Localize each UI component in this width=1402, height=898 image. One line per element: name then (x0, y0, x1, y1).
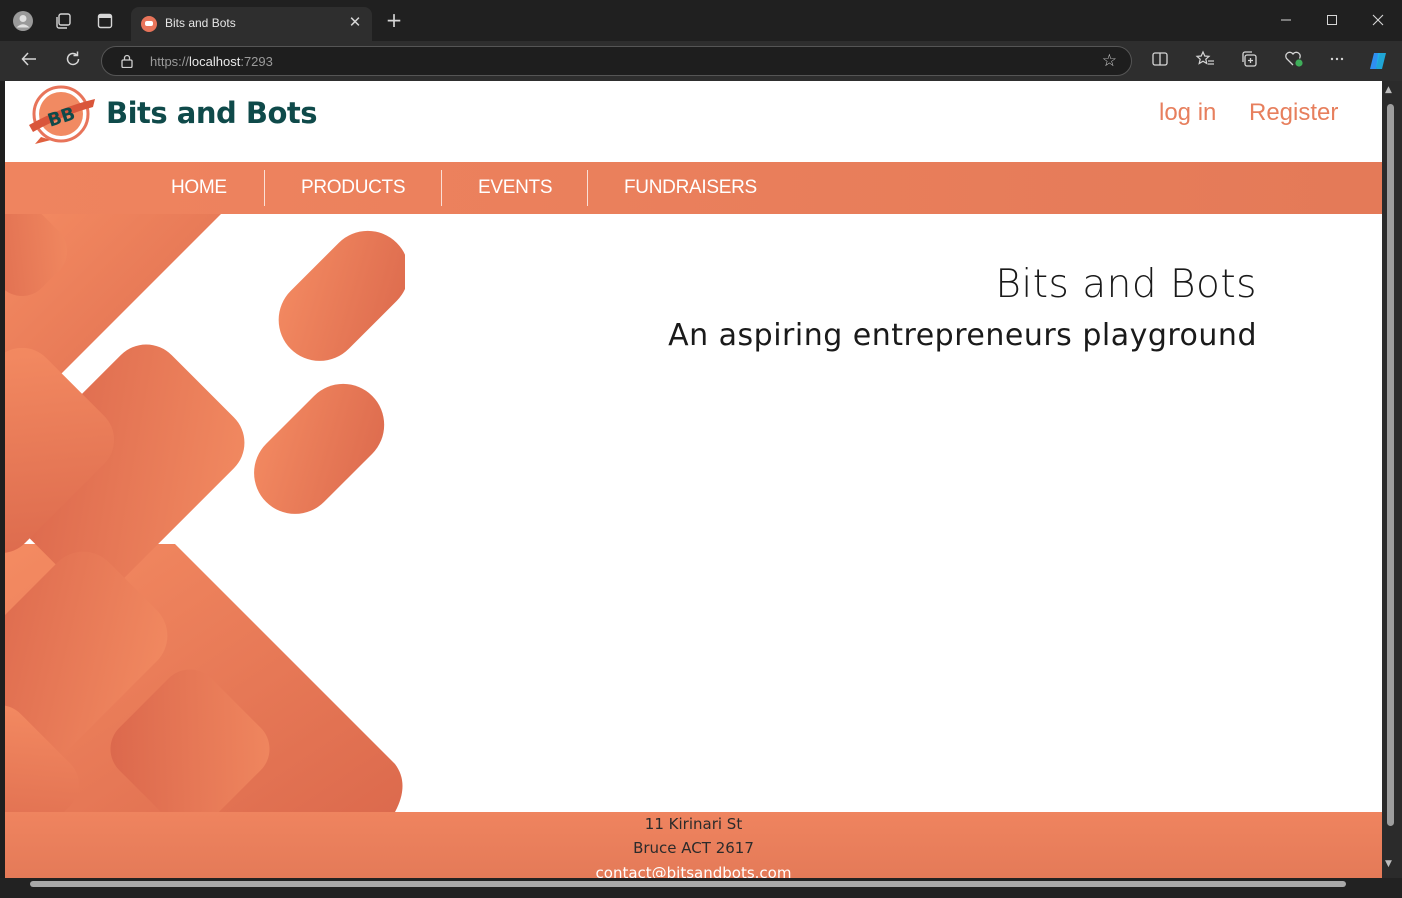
browser-essentials-icon[interactable] (1282, 50, 1306, 72)
split-screen-icon[interactable] (1148, 50, 1172, 72)
hscroll-thumb[interactable] (30, 881, 1346, 887)
nav-divider (264, 170, 265, 206)
register-link[interactable]: Register (1249, 99, 1338, 127)
maximize-icon[interactable] (1321, 10, 1343, 32)
brand-name[interactable]: Bits and Bots (106, 96, 318, 130)
copilot-icon[interactable] (1366, 50, 1390, 72)
minimize-icon[interactable] (1275, 10, 1297, 32)
nav-item-events[interactable]: EVENTS (478, 162, 553, 214)
url-text: https://localhost:7293 (150, 54, 273, 69)
workspaces-icon[interactable] (52, 10, 74, 32)
site-footer: 11 Kirinari St Bruce ACT 2617 contact@bi… (5, 812, 1382, 878)
scroll-down-icon[interactable]: ▼ (1385, 859, 1392, 869)
site-favicon-icon (141, 16, 157, 32)
nav-divider (587, 170, 588, 206)
profile-icon[interactable] (12, 10, 34, 32)
footer-street: 11 Kirinari St (644, 815, 743, 833)
back-icon[interactable] (17, 50, 41, 72)
browser-titlebar: Bits and Bots ✕ + (0, 0, 1402, 41)
main-nav: HOME PRODUCTS EVENTS FUNDRAISERS (5, 162, 1382, 214)
hero-decorative-shapes (5, 214, 405, 812)
nav-divider (441, 170, 442, 206)
site-header: BB Bits and Bots log in Register (5, 81, 1382, 162)
favorite-star-icon[interactable]: ☆ (1102, 51, 1117, 71)
tab-actions-icon[interactable] (94, 10, 116, 32)
hero-section: Bits and Bots An aspiring entrepreneurs … (5, 214, 1382, 812)
more-options-icon[interactable] (1325, 50, 1349, 72)
lock-icon[interactable] (121, 54, 133, 68)
close-window-icon[interactable] (1367, 10, 1389, 32)
nav-item-products[interactable]: PRODUCTS (301, 162, 406, 214)
footer-city: Bruce ACT 2617 (633, 839, 754, 857)
vertical-scrollbar[interactable]: ▲ ▼ (1382, 81, 1402, 878)
page-viewport: BB Bits and Bots log in Register HOME PR… (5, 81, 1382, 878)
collections-icon[interactable] (1237, 50, 1261, 72)
tab-title: Bits and Bots (165, 16, 236, 30)
hero-title: Bits and Bots (995, 262, 1257, 307)
scroll-up-icon[interactable]: ▲ (1385, 85, 1392, 95)
footer-email-link[interactable]: contact@bitsandbots.com (5, 864, 1382, 878)
browser-toolbar: https://localhost:7293 ☆ (0, 41, 1402, 81)
scroll-thumb[interactable] (1387, 104, 1394, 826)
favorites-icon[interactable] (1193, 50, 1217, 72)
new-tab-button[interactable]: + (383, 9, 405, 31)
bits-and-bots-logo[interactable]: BB (27, 85, 97, 145)
hero-subtitle: An aspiring entrepreneurs playground (668, 318, 1257, 353)
login-link[interactable]: log in (1159, 99, 1216, 127)
nav-item-home[interactable]: HOME (171, 162, 227, 214)
address-bar[interactable]: https://localhost:7293 ☆ (101, 46, 1132, 76)
active-tab[interactable]: Bits and Bots ✕ (131, 7, 372, 41)
refresh-icon[interactable] (61, 50, 85, 72)
tab-close-icon[interactable]: ✕ (346, 13, 364, 31)
horizontal-scrollbar[interactable] (0, 878, 1402, 898)
nav-item-fundraisers[interactable]: FUNDRAISERS (624, 162, 757, 214)
